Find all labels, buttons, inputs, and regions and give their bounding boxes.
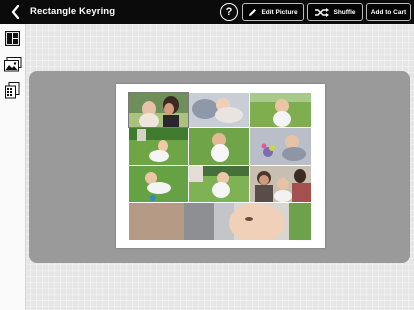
shuffle-label: Shuffle bbox=[333, 8, 356, 16]
add-to-cart-label: Add to Cart bbox=[370, 8, 407, 16]
edit-picture-button[interactable]: Edit Picture bbox=[242, 3, 304, 21]
add-to-cart-button[interactable]: Add to Cart bbox=[366, 3, 411, 21]
back-button[interactable] bbox=[7, 3, 23, 21]
shuffle-icon bbox=[315, 7, 330, 17]
photo-mother-baby[interactable] bbox=[128, 92, 189, 128]
photo-baby-toys[interactable] bbox=[250, 128, 311, 165]
photo-toddler-lawn[interactable] bbox=[129, 128, 188, 165]
keyring-canvas bbox=[116, 84, 325, 248]
tool-sidebar bbox=[0, 24, 26, 310]
top-bar: Rectangle Keyring ? Edit Picture Shuffle… bbox=[0, 0, 414, 24]
photo-toddler-yard[interactable] bbox=[189, 166, 249, 202]
page-title: Rectangle Keyring bbox=[30, 6, 116, 17]
chevron-left-icon bbox=[11, 5, 19, 19]
photo-baby-grass[interactable] bbox=[250, 93, 311, 127]
sidebar-item-photos[interactable] bbox=[3, 55, 22, 74]
shuffle-button[interactable]: Shuffle bbox=[307, 3, 363, 21]
layout-icon bbox=[5, 31, 20, 46]
sidebar-item-stickers[interactable] bbox=[3, 81, 22, 100]
photo-child-sitting-grass[interactable] bbox=[189, 128, 249, 165]
photo-baby-closeup[interactable] bbox=[129, 203, 311, 240]
photos-icon bbox=[3, 57, 21, 72]
edit-picture-label: Edit Picture bbox=[261, 8, 298, 16]
pencil-icon bbox=[249, 8, 257, 16]
help-button[interactable]: ? bbox=[220, 3, 238, 21]
photo-family-group[interactable] bbox=[250, 166, 311, 202]
photo-baby-sleeping[interactable] bbox=[189, 93, 249, 127]
sidebar-item-layout[interactable] bbox=[3, 29, 22, 48]
stickers-icon bbox=[5, 82, 20, 99]
photo-baby-crawling[interactable] bbox=[129, 166, 188, 202]
